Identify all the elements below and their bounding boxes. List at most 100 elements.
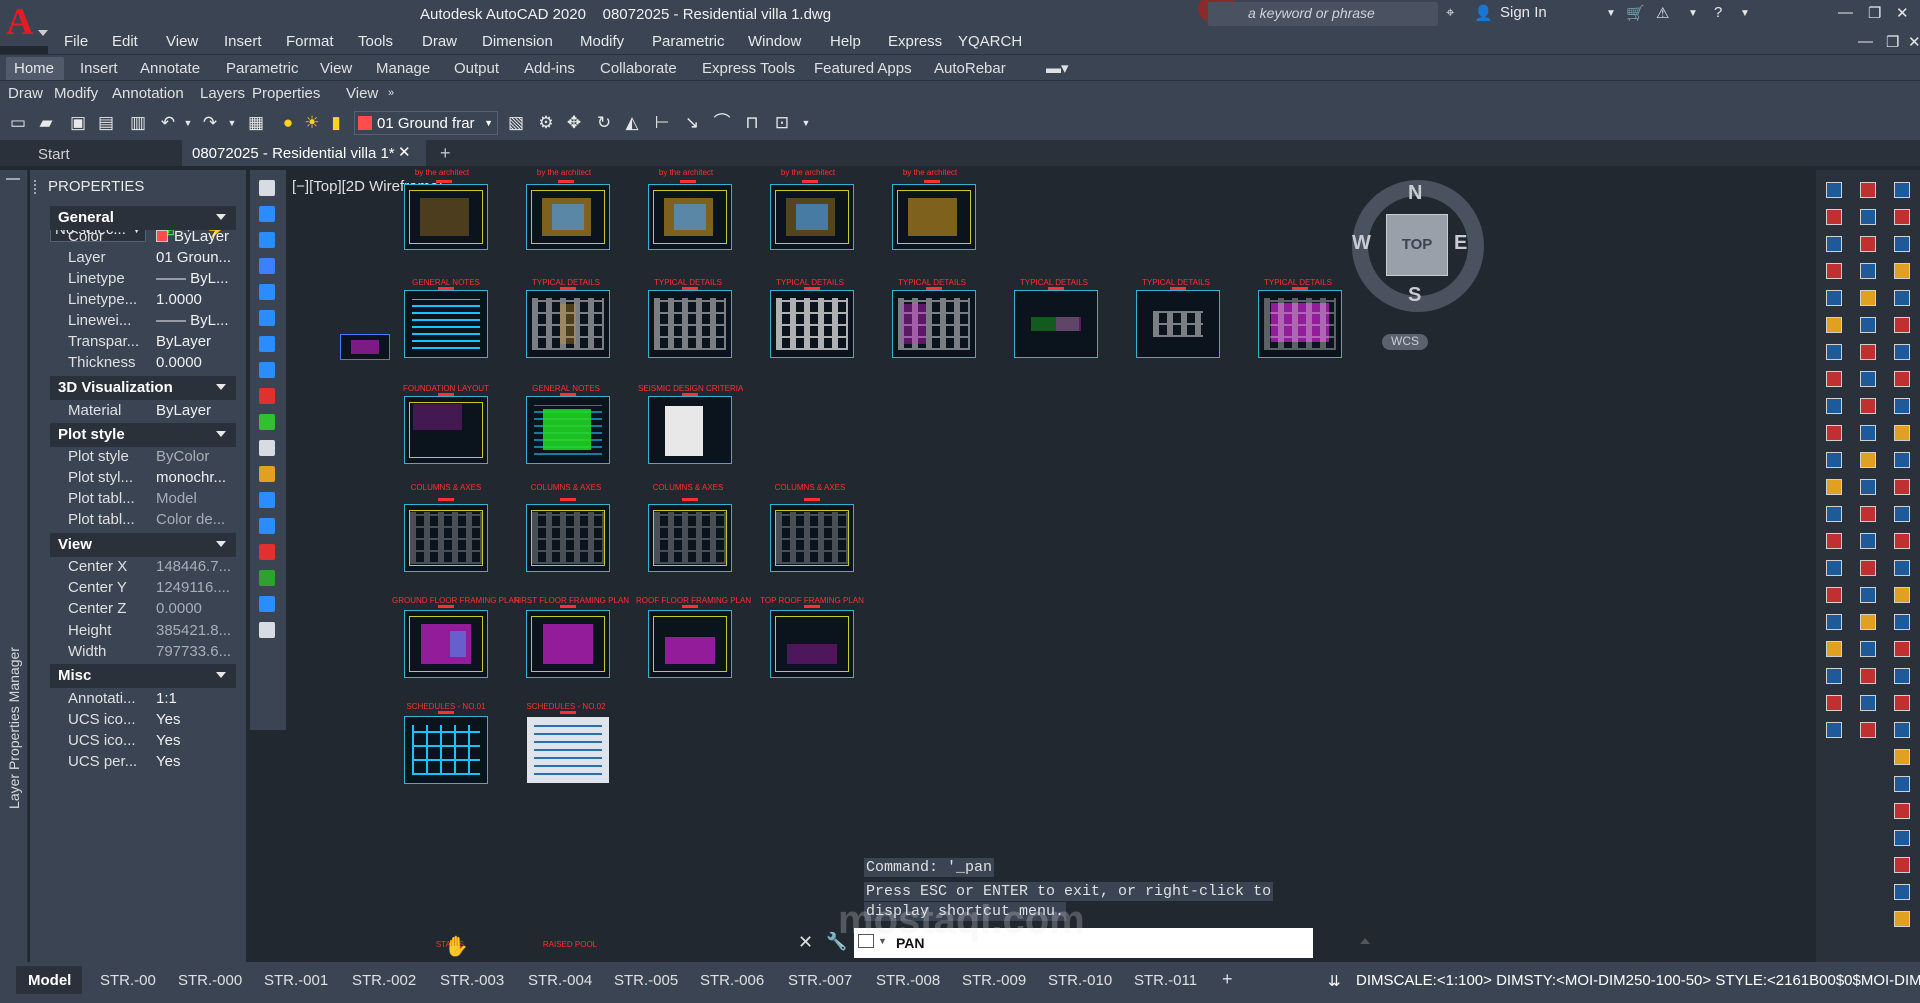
toolbar-button-icon[interactable] xyxy=(1894,884,1910,900)
menu-dimension[interactable]: Dimension xyxy=(482,33,553,50)
drawing-sheet[interactable] xyxy=(526,716,610,784)
doc-minimize-icon[interactable]: — xyxy=(1858,33,1873,50)
exchange-icon[interactable]: ⚠ xyxy=(1656,4,1669,22)
section-misc[interactable]: Misc xyxy=(50,664,236,688)
layout-tab[interactable]: STR.-002 xyxy=(352,972,416,989)
cart-icon[interactable]: 🛒 xyxy=(1626,4,1645,22)
toolbar-button-icon[interactable] xyxy=(1860,560,1876,576)
panel-expand-icon[interactable]: » xyxy=(388,87,394,99)
drawing-sheet[interactable] xyxy=(404,610,488,678)
layer-dropdown[interactable]: 01 Ground frar ▼ xyxy=(354,111,498,135)
toolbar-button-icon[interactable] xyxy=(1894,668,1910,684)
drawing-canvas[interactable]: [−][Top][2D Wireframe] by the architect … xyxy=(288,168,1814,962)
panel-properties[interactable]: Properties xyxy=(252,85,320,102)
compass-east[interactable]: E xyxy=(1454,232,1467,255)
toolbar-button-icon[interactable] xyxy=(1860,722,1876,738)
tab-parametric[interactable]: Parametric xyxy=(226,60,299,77)
menu-window[interactable]: Window xyxy=(748,33,801,50)
print-icon[interactable]: ▥ xyxy=(128,113,148,133)
drawing-sheet[interactable] xyxy=(892,290,976,358)
palette-tool-icon[interactable] xyxy=(259,622,275,638)
doc-restore-icon[interactable]: ❐ xyxy=(1886,33,1899,51)
chevron-down-icon[interactable]: ▼ xyxy=(178,113,198,133)
toolbar-button-icon[interactable] xyxy=(1860,587,1876,603)
toolbar-button-icon[interactable] xyxy=(1826,641,1842,657)
drawing-sheet[interactable] xyxy=(648,610,732,678)
toolbar-button-icon[interactable] xyxy=(1894,776,1910,792)
arc-icon[interactable]: ⌒ xyxy=(712,113,732,133)
toolbar-button-icon[interactable] xyxy=(1826,506,1842,522)
toolbar-button-icon[interactable] xyxy=(1860,506,1876,522)
tab-annotate[interactable]: Annotate xyxy=(140,60,200,77)
drawing-sheet[interactable] xyxy=(770,184,854,250)
palette-tool-icon[interactable] xyxy=(259,258,275,274)
toolbar-button-icon[interactable] xyxy=(1860,209,1876,225)
toolbar-button-icon[interactable] xyxy=(1826,209,1842,225)
menu-edit[interactable]: Edit xyxy=(112,33,138,50)
mirror-icon[interactable]: ◭ xyxy=(622,113,642,133)
open-folder-icon[interactable]: ▰ xyxy=(36,113,56,133)
palette-tool-icon[interactable] xyxy=(259,544,275,560)
dimension-icon[interactable]: ⊢ xyxy=(652,113,672,133)
drawing-sheet[interactable] xyxy=(770,290,854,358)
palette-tool-icon[interactable] xyxy=(259,284,275,300)
toolbar-button-icon[interactable] xyxy=(1860,479,1876,495)
toolbar-button-icon[interactable] xyxy=(1860,533,1876,549)
menu-yqarch[interactable]: YQARCH xyxy=(958,33,1022,50)
chevron-down-icon[interactable]: ▼ xyxy=(1740,8,1750,19)
tab-home[interactable]: Home xyxy=(6,57,64,81)
palette-tool-icon[interactable] xyxy=(259,518,275,534)
toolbar-button-icon[interactable] xyxy=(1826,614,1842,630)
toolbar-button-icon[interactable] xyxy=(1894,344,1910,360)
tab-collaborate[interactable]: Collaborate xyxy=(600,60,677,77)
toolbar-button-icon[interactable] xyxy=(1894,425,1910,441)
palette-tool-icon[interactable] xyxy=(259,310,275,326)
grip-icon[interactable] xyxy=(6,178,20,180)
toolbar-button-icon[interactable] xyxy=(1894,182,1910,198)
drawing-sheet[interactable] xyxy=(526,610,610,678)
toolbar-button-icon[interactable] xyxy=(1894,479,1910,495)
toolbar-button-icon[interactable] xyxy=(1826,263,1842,279)
layout-tab[interactable]: STR.-011 xyxy=(1134,972,1197,989)
leader-icon[interactable]: ↘ xyxy=(682,113,702,133)
close-tab-icon[interactable]: ✕ xyxy=(398,143,411,161)
tab-view[interactable]: View xyxy=(320,60,352,77)
layout-tab[interactable]: STR.-006 xyxy=(700,972,764,989)
redo-icon[interactable]: ↷ xyxy=(200,113,220,133)
save-icon[interactable]: ▣ xyxy=(68,113,88,133)
linear-dim-icon[interactable]: ⊓ xyxy=(742,113,762,133)
layout-tab[interactable]: STR.-001 xyxy=(264,972,328,989)
panel-modify[interactable]: Modify xyxy=(54,85,98,102)
panel-view[interactable]: View xyxy=(346,85,378,102)
app-menu-button[interactable]: A xyxy=(0,0,48,46)
palette-tool-icon[interactable] xyxy=(259,362,275,378)
drawing-sheet[interactable] xyxy=(1014,290,1098,358)
drawing-sheet[interactable] xyxy=(1258,290,1342,358)
toolbar-button-icon[interactable] xyxy=(1894,290,1910,306)
toolbar-button-icon[interactable] xyxy=(1860,614,1876,630)
search-input[interactable]: a keyword or phrase xyxy=(1208,2,1438,26)
drawing-sheet[interactable] xyxy=(648,504,732,572)
toolbar-button-icon[interactable] xyxy=(1826,371,1842,387)
toolbar-button-icon[interactable] xyxy=(1894,911,1910,927)
menu-modify[interactable]: Modify xyxy=(580,33,624,50)
tab-express-tools[interactable]: Express Tools xyxy=(702,60,795,77)
drawing-sheet[interactable] xyxy=(404,716,488,784)
toolbar-button-icon[interactable] xyxy=(1894,317,1910,333)
toolbar-button-icon[interactable] xyxy=(1826,560,1842,576)
palette-tool-icon[interactable] xyxy=(259,414,275,430)
section-3d-visualization[interactable]: 3D Visualization xyxy=(50,376,236,400)
toolbar-button-icon[interactable] xyxy=(1826,668,1842,684)
toolbar-button-icon[interactable] xyxy=(1894,236,1910,252)
layout-tab[interactable]: STR.-007 xyxy=(788,972,852,989)
binoculars-icon[interactable]: ⌖ xyxy=(1446,4,1454,21)
menu-draw[interactable]: Draw xyxy=(422,33,457,50)
layer-lock-icon[interactable]: ▮ xyxy=(326,113,346,133)
menu-tools[interactable]: Tools xyxy=(358,33,393,50)
layout-tab[interactable]: STR.-000 xyxy=(178,972,242,989)
layer-properties-manager-tab[interactable]: Layer Properties Manager xyxy=(6,628,22,828)
prop-material[interactable]: Material ByLayer xyxy=(50,398,236,424)
toolbar-button-icon[interactable] xyxy=(1894,641,1910,657)
offset-icon[interactable]: ⊡ xyxy=(772,113,792,133)
tab-start[interactable]: Start xyxy=(20,142,180,166)
